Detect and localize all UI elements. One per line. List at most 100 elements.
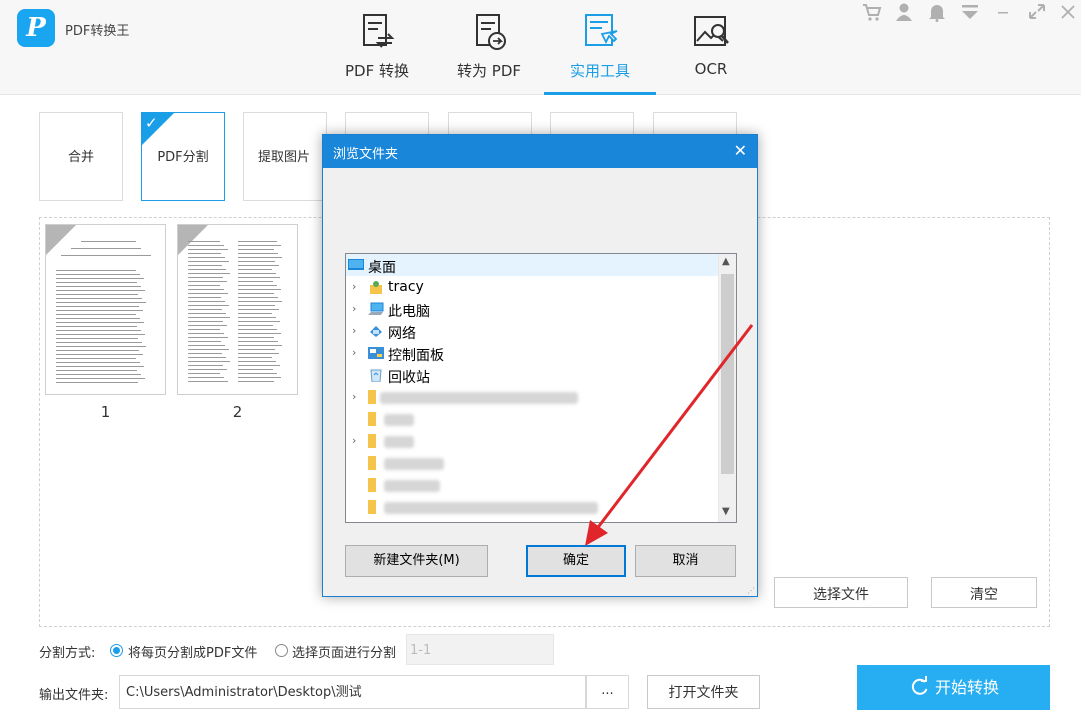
- user-folder-icon: [370, 281, 382, 294]
- tree-scrollbar[interactable]: ▲ ▼: [718, 254, 736, 522]
- thumbnail-text-line: [56, 306, 139, 307]
- thumbnail-text-line: [56, 370, 137, 371]
- bell-icon[interactable]: [926, 2, 948, 22]
- thumbnail-text-line: [188, 321, 223, 322]
- thumbnail-text-line: [238, 249, 274, 250]
- expand-chevron-icon[interactable]: ›: [352, 346, 362, 359]
- dialog-cancel-button[interactable]: 取消: [635, 545, 736, 577]
- user-icon[interactable]: [893, 2, 915, 22]
- tab-tools[interactable]: 实用工具: [544, 0, 656, 95]
- radio-each-page[interactable]: [110, 644, 123, 657]
- tree-item-label: 回收站: [388, 370, 430, 386]
- tree-item-folder-2[interactable]: [346, 408, 718, 430]
- thumbnail-text-line: [238, 329, 277, 330]
- tool-pdf-split-label: PDF分割: [157, 150, 209, 165]
- clear-button[interactable]: 清空: [931, 577, 1037, 608]
- thumbnail-text-line: [56, 366, 144, 367]
- expand-chevron-icon[interactable]: ›: [352, 434, 362, 447]
- thumbnail-text-line: [188, 253, 221, 254]
- app-title: PDF转换王: [65, 24, 130, 39]
- thumbnail-text-line: [238, 289, 281, 290]
- scrollbar-thumb[interactable]: [721, 274, 734, 474]
- thumbnail-text-line: [56, 278, 144, 279]
- scroll-up-icon[interactable]: ▲: [722, 256, 730, 267]
- close-icon[interactable]: [1057, 2, 1079, 22]
- thumbnail-text-line: [238, 345, 282, 346]
- thumbnail-text-line: [56, 374, 141, 375]
- desktop-icon: [348, 259, 364, 270]
- thumbnail-text-line: [238, 261, 275, 262]
- tree-item-this-pc[interactable]: › 此电脑: [346, 298, 718, 320]
- thumbnail-text-line: [238, 273, 276, 274]
- tab-pdf-convert-label: PDF 转换: [345, 62, 409, 80]
- thumbnail-text-line: [188, 357, 226, 358]
- scroll-down-icon[interactable]: ▼: [722, 506, 730, 517]
- page-range-input[interactable]: 1-1: [406, 634, 554, 665]
- new-folder-button[interactable]: 新建文件夹(M): [345, 545, 488, 577]
- minimize-icon[interactable]: [992, 2, 1014, 22]
- thumbnail-text-line: [188, 341, 221, 342]
- thumbnail-text-line: [188, 261, 229, 262]
- network-icon: [370, 326, 382, 337]
- thumbnail-text-line: [56, 298, 142, 299]
- tab-pdf-convert[interactable]: PDF 转换: [321, 0, 433, 95]
- thumbnail-text-line: [188, 333, 224, 334]
- tab-ocr[interactable]: OCR: [655, 0, 767, 95]
- resize-grip-icon[interactable]: ⋰: [747, 586, 755, 595]
- dialog-ok-button[interactable]: 确定: [526, 545, 626, 577]
- blurred-folder-name: [380, 392, 578, 404]
- open-folder-button[interactable]: 打开文件夹: [647, 675, 760, 709]
- start-convert-button[interactable]: 开始转换: [857, 665, 1050, 710]
- folder-icon: [368, 434, 376, 448]
- thumbnail-text-line: [238, 361, 276, 362]
- start-convert-label: 开始转换: [935, 678, 1000, 697]
- folder-tree[interactable]: 桌面 › tracy › 此电脑 › 网络 › 控制面板 回收站 › › ▲ ▼: [345, 253, 737, 523]
- expand-chevron-icon[interactable]: ›: [352, 390, 362, 403]
- tool-pdf-split[interactable]: ✓ PDF分割: [141, 112, 225, 201]
- tool-extract-images[interactable]: 提取图片: [243, 112, 327, 201]
- dropdown-icon[interactable]: [959, 2, 981, 22]
- tree-item-control-panel[interactable]: › 控制面板: [346, 342, 718, 364]
- dialog-close-icon[interactable]: ✕: [734, 141, 747, 160]
- tree-item-folder-3[interactable]: ›: [346, 430, 718, 452]
- browse-button[interactable]: ...: [586, 675, 629, 709]
- expand-chevron-icon[interactable]: ›: [352, 302, 362, 315]
- thumbnail-text-line: [61, 255, 151, 256]
- tree-item-label: 桌面: [368, 260, 396, 276]
- tree-item-folder-5[interactable]: [346, 474, 718, 496]
- thumbnail-text-line: [188, 289, 224, 290]
- thumbnail-text-line: [188, 361, 230, 362]
- expand-chevron-icon[interactable]: ›: [352, 324, 362, 337]
- output-path-field[interactable]: C:\Users\Administrator\Desktop\测试: [119, 675, 586, 709]
- tab-ocr-label: OCR: [694, 60, 728, 78]
- tree-item-folder-6[interactable]: [346, 496, 718, 518]
- thumbnail-text-line: [188, 365, 223, 366]
- tool-merge[interactable]: 合并: [39, 112, 123, 201]
- thumbnail-text-line: [238, 341, 278, 342]
- thumbnail-text-line: [238, 265, 279, 266]
- thumbnail-text-line: [56, 358, 136, 359]
- expand-chevron-icon[interactable]: ›: [352, 280, 362, 293]
- tree-item-network[interactable]: › 网络: [346, 320, 718, 342]
- folder-icon: [368, 390, 376, 404]
- folder-icon: [368, 412, 376, 426]
- radio-select-pages[interactable]: [275, 644, 288, 657]
- page-thumbnail-2[interactable]: [177, 224, 298, 395]
- tree-item-recycle-bin[interactable]: 回收站: [346, 364, 718, 386]
- thumbnail-text-line: [188, 345, 225, 346]
- thumbnail-text-line: [238, 301, 282, 302]
- tab-to-pdf[interactable]: 转为 PDF: [433, 0, 545, 95]
- thumbnail-corner: [178, 225, 209, 256]
- dialog-title-bar[interactable]: 浏览文件夹 ✕: [323, 135, 757, 168]
- select-file-button[interactable]: 选择文件: [774, 577, 908, 608]
- maximize-icon[interactable]: [1026, 2, 1048, 22]
- thumbnail-text-line: [238, 309, 279, 310]
- tree-item-desktop[interactable]: 桌面: [346, 254, 718, 276]
- cart-icon[interactable]: [861, 2, 883, 22]
- tree-item-folder-4[interactable]: [346, 452, 718, 474]
- tree-item-folder-1[interactable]: ›: [346, 386, 718, 408]
- page-thumbnail-1[interactable]: [45, 224, 166, 395]
- thumbnail-text-line: [188, 305, 229, 306]
- tree-item-tracy[interactable]: › tracy: [346, 276, 718, 298]
- thumbnail-text-line: [238, 297, 278, 298]
